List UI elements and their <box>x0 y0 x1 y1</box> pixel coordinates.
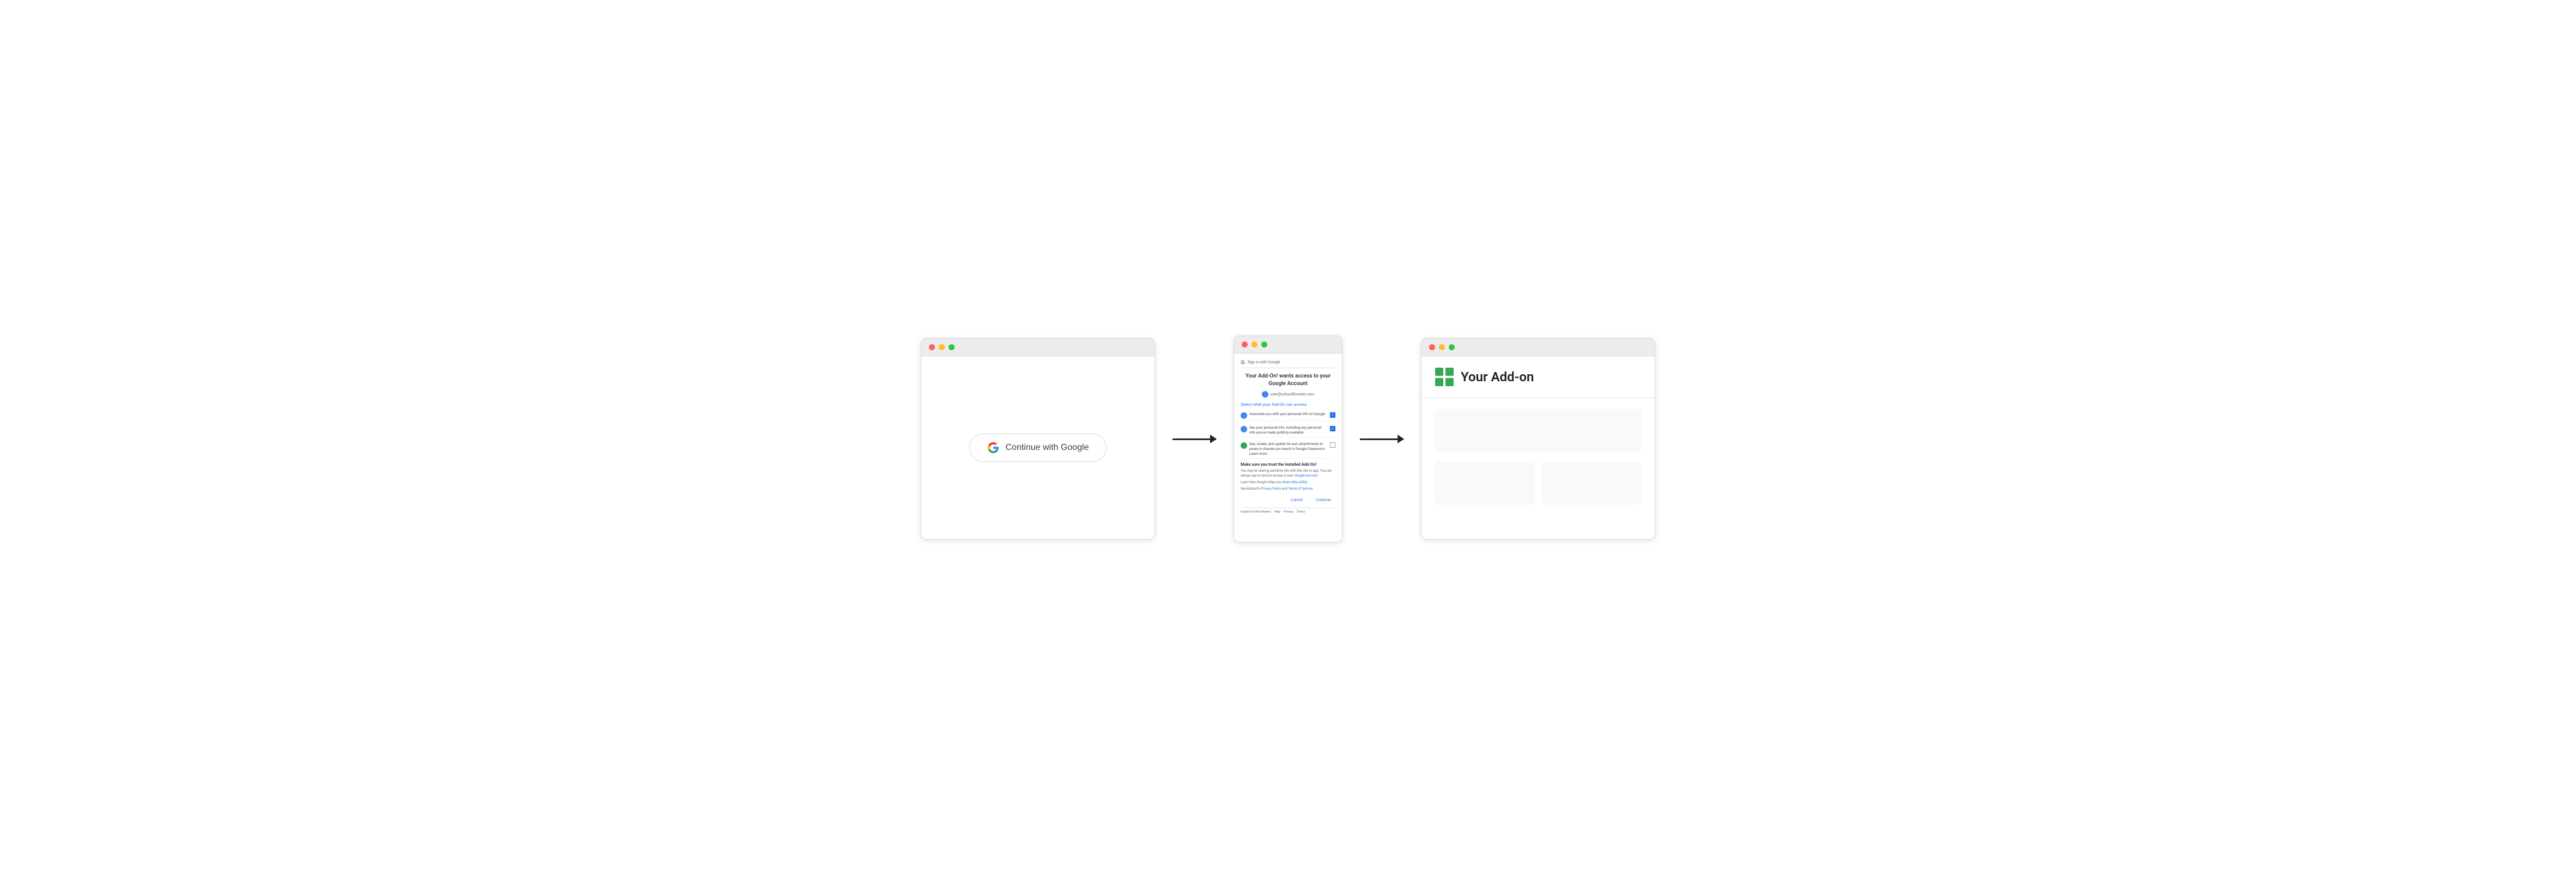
perm-icon-1 <box>1241 412 1247 419</box>
dot-yellow-1 <box>939 344 945 350</box>
dialog-header: Sign in with Google <box>1241 360 1335 368</box>
select-label-end: can access <box>1285 402 1307 407</box>
addon-app-icon <box>1435 367 1454 387</box>
perm-icon-3 <box>1241 442 1247 449</box>
browser-window-3: Your Add-on <box>1421 338 1655 540</box>
terms-of-service-link[interactable]: Terms of Service <box>1288 487 1313 491</box>
select-label: Select what your Add-On can access <box>1241 402 1335 407</box>
perm-icon-2 <box>1241 426 1247 432</box>
email-text: user@schoolDomain.com <box>1271 392 1314 397</box>
help-link[interactable]: Help <box>1274 510 1280 514</box>
dot-green-2 <box>1261 342 1267 347</box>
window-2-content: Sign in with Google Your Add-On! wants a… <box>1234 353 1342 542</box>
addon-card-small-2 <box>1541 461 1642 505</box>
dialog-header-text: Sign in with Google <box>1248 360 1280 364</box>
titlebar-1 <box>921 339 1155 356</box>
share-data-link[interactable]: share data safely <box>1283 480 1307 484</box>
dot-yellow-3 <box>1439 344 1445 350</box>
arrow-2 <box>1360 438 1404 440</box>
flow-container: Continue with Google <box>907 336 1669 542</box>
permission-item-3: See, create, and update its own attachme… <box>1241 440 1335 459</box>
arrow-line-1 <box>1172 438 1216 440</box>
browser-window-2: Sign in with Google Your Add-On! wants a… <box>1234 336 1342 542</box>
addon-card-main <box>1435 409 1642 453</box>
google-logo-icon <box>987 442 999 454</box>
dialog-buttons: Cancel Continue <box>1241 493 1335 508</box>
arrow-1 <box>1172 438 1216 440</box>
privacy-link[interactable]: Privacy <box>1284 510 1293 514</box>
addon-card-small-1 <box>1435 461 1535 505</box>
trust-text-1: You may be sharing sensitive info with t… <box>1241 468 1335 478</box>
browser-window-1: Continue with Google <box>921 338 1155 540</box>
trust-text-2: Learn how Google helps you share data sa… <box>1241 480 1335 485</box>
select-label-start: Select what <box>1241 402 1263 407</box>
permission-item-1: Associate you with your personal info on… <box>1241 410 1335 421</box>
continue-with-google-button[interactable]: Continue with Google <box>969 434 1107 462</box>
cancel-button[interactable]: Cancel <box>1286 496 1307 504</box>
addon-card-row <box>1435 461 1642 505</box>
addon-body <box>1421 398 1655 516</box>
trust-section: Make sure you trust the installed Add-On… <box>1241 462 1335 491</box>
select-label-link[interactable]: your Add-On <box>1263 402 1285 407</box>
trust-title: Make sure you trust the installed Add-On… <box>1241 462 1335 467</box>
window-3-content: Your Add-on <box>1421 356 1655 539</box>
sign-in-dialog: Sign in with Google Your Add-On! wants a… <box>1234 353 1342 542</box>
trust-text-3: See Kahoot!'s Privacy Policy and Terms o… <box>1241 486 1335 491</box>
dot-green-3 <box>1449 344 1455 350</box>
permission-item-2: See your personal info, including any pe… <box>1241 424 1335 437</box>
dialog-footer: English (United States) Help Privacy Ter… <box>1241 508 1335 516</box>
dialog-title: Your Add-On! wants access to your Google… <box>1241 373 1335 388</box>
continue-button[interactable]: Continue <box>1311 496 1335 504</box>
dot-yellow-2 <box>1251 342 1257 347</box>
titlebar-3 <box>1421 339 1655 356</box>
perm-check-2[interactable] <box>1330 426 1335 431</box>
privacy-policy-link[interactable]: Privacy Policy <box>1261 487 1281 491</box>
perm-text-1: Associate you with your personal info on… <box>1249 412 1328 417</box>
addon-header: Your Add-on <box>1421 356 1655 398</box>
perm-check-1[interactable] <box>1330 412 1335 418</box>
email-icon <box>1262 391 1268 398</box>
arrow-line-2 <box>1360 438 1404 440</box>
terms-link[interactable]: Terms <box>1297 510 1305 514</box>
perm-text-3: See, create, and update its own attachme… <box>1249 442 1328 456</box>
perm-check-3[interactable] <box>1330 442 1335 448</box>
google-account-link[interactable]: Google Account <box>1295 474 1318 478</box>
language-selector[interactable]: English (United States) <box>1241 510 1271 514</box>
window-1-content: Continue with Google <box>921 356 1155 539</box>
addon-title: Your Add-on <box>1461 369 1534 385</box>
titlebar-2 <box>1234 336 1342 353</box>
dialog-email: user@schoolDomain.com <box>1241 391 1335 398</box>
google-small-icon <box>1241 360 1245 364</box>
perm-text-2: See your personal info, including any pe… <box>1249 425 1328 435</box>
dot-red-2 <box>1242 342 1248 347</box>
continue-with-google-label: Continue with Google <box>1006 443 1089 453</box>
dot-red-3 <box>1429 344 1435 350</box>
dot-red-1 <box>929 344 935 350</box>
dot-green-1 <box>949 344 955 350</box>
